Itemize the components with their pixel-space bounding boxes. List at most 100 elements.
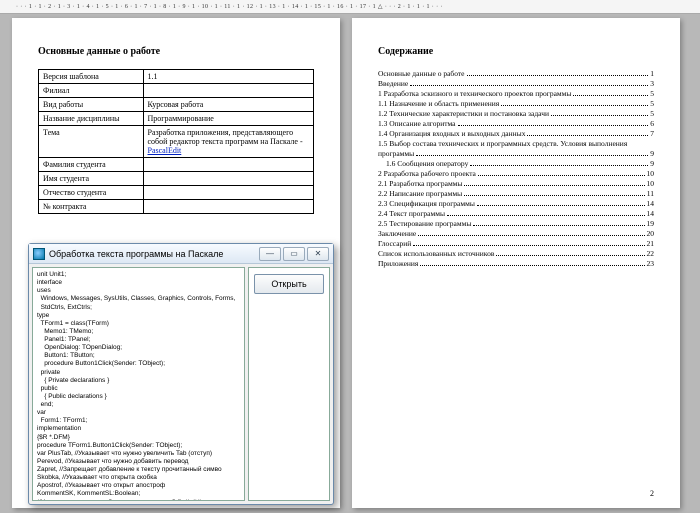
table-cell-key: № контракта bbox=[39, 200, 144, 214]
table-cell-key: Версия шаблона bbox=[39, 70, 144, 84]
app-window[interactable]: Обработка текста программы на Паскале — … bbox=[28, 243, 334, 505]
table-cell-key: Фамилия студента bbox=[39, 158, 144, 172]
toc-entry: 1.5 Выбор состава технических и программ… bbox=[378, 139, 654, 148]
toc-leader-dots bbox=[458, 120, 649, 126]
close-button[interactable]: ✕ bbox=[307, 247, 329, 261]
toc-title: 2.1 Разработка программы bbox=[378, 179, 462, 188]
page-title: Основные данные о работе bbox=[38, 46, 314, 57]
toc-entry: 1.2 Технические характеристики и постано… bbox=[378, 109, 654, 118]
toc-entry: 2.5 Тестирование программы 19 bbox=[378, 219, 654, 228]
toc-leader-dots bbox=[473, 220, 644, 226]
toc-title: 2.3 Спецификация программы bbox=[378, 199, 475, 208]
toc-title: 2.5 Тестирование программы bbox=[378, 219, 471, 228]
toc-page: 5 bbox=[650, 99, 654, 108]
window-title: Обработка текста программы на Паскале bbox=[49, 249, 259, 259]
toc-entry: 1 Разработка эскизного и технического пр… bbox=[378, 89, 654, 98]
toc-title: 2.4 Текст программы bbox=[378, 209, 445, 218]
toc-leader-dots bbox=[464, 180, 644, 186]
toc-leader-dots bbox=[447, 210, 644, 216]
toc-leader-dots bbox=[501, 100, 648, 106]
table-row: Версия шаблона1.1 bbox=[39, 70, 314, 84]
toc-title: 2.2 Написание программы bbox=[378, 189, 462, 198]
toc-entry: 2.3 Спецификация программы 14 bbox=[378, 199, 654, 208]
toc-page: 3 bbox=[650, 79, 654, 88]
table-cell-key: Название дисциплины bbox=[39, 112, 144, 126]
toc-page: 6 bbox=[650, 119, 654, 128]
toc-entry: 2.2 Написание программы 11 bbox=[378, 189, 654, 198]
toc-page: 9 bbox=[650, 159, 654, 168]
toc-entry: Приложения 23 bbox=[378, 259, 654, 268]
maximize-button[interactable]: ▭ bbox=[283, 247, 305, 261]
toc-leader-dots bbox=[551, 110, 648, 116]
toc-title: Основные данные о работе bbox=[378, 69, 465, 78]
toc-leader-dots bbox=[416, 150, 648, 156]
toc-title: Список использованных источников bbox=[378, 249, 494, 258]
table-row: Фамилия студента bbox=[39, 158, 314, 172]
minimize-button[interactable]: — bbox=[259, 247, 281, 261]
table-cell-value bbox=[143, 200, 314, 214]
toc-page: 21 bbox=[647, 239, 655, 248]
toc-page: 19 bbox=[647, 219, 655, 228]
horizontal-ruler: · · · 1 · 1 · 2 · 1 · 3 · 1 · 4 · 1 · 5 … bbox=[0, 0, 700, 14]
toc-page: 1 bbox=[650, 69, 654, 78]
toc-title: 1.6 Сообщения оператору bbox=[386, 159, 468, 168]
toc-title: Приложения bbox=[378, 259, 418, 268]
toc-page: 10 bbox=[647, 169, 655, 178]
table-row: Филиал bbox=[39, 84, 314, 98]
open-button[interactable]: Открыть bbox=[254, 274, 324, 294]
toc-entry: 2 Разработка рабочего проекта 10 bbox=[378, 169, 654, 178]
client-area: unit Unit1; interface uses Windows, Mess… bbox=[29, 264, 333, 504]
toc-page: 9 bbox=[650, 149, 654, 158]
document-page-2: Содержание Основные данные о работе1Введ… bbox=[352, 18, 680, 508]
toc-leader-dots bbox=[573, 90, 648, 96]
toc-title: Заключение bbox=[378, 229, 416, 238]
table-cell-value bbox=[143, 186, 314, 200]
table-cell-value bbox=[143, 84, 314, 98]
toc-title: 1.3 Описание алгоритма bbox=[378, 119, 456, 128]
toc-title: программы bbox=[378, 149, 414, 158]
toc-leader-dots bbox=[527, 130, 648, 136]
toc-leader-dots bbox=[467, 70, 649, 76]
toc-entry: Глоссарий21 bbox=[378, 239, 654, 248]
side-panel: Открыть bbox=[248, 267, 330, 501]
table-row: Отчество студента bbox=[39, 186, 314, 200]
toc-leader-dots bbox=[478, 170, 645, 176]
toc-page: 23 bbox=[647, 259, 655, 268]
table-row: № контракта bbox=[39, 200, 314, 214]
table-row: Вид работыКурсовая работа bbox=[39, 98, 314, 112]
page-title: Содержание bbox=[378, 46, 654, 57]
table-cell-value bbox=[143, 172, 314, 186]
toc-title: Введение bbox=[378, 79, 408, 88]
table-row: Название дисциплиныПрограммирование bbox=[39, 112, 314, 126]
toc-page: 7 bbox=[650, 129, 654, 138]
toc-title: 1.4 Организация входных и выходных данны… bbox=[378, 129, 525, 138]
toc-title: 2 Разработка рабочего проекта bbox=[378, 169, 476, 178]
toc-leader-dots bbox=[413, 240, 644, 246]
toc-page: 11 bbox=[647, 189, 654, 198]
table-cell-key: Отчество студента bbox=[39, 186, 144, 200]
toc-page: 14 bbox=[647, 209, 655, 218]
code-textarea[interactable]: unit Unit1; interface uses Windows, Mess… bbox=[32, 267, 245, 501]
table-cell-value: Программирование bbox=[143, 112, 314, 126]
toc-entry: 1.1 Назначение и область применения 5 bbox=[378, 99, 654, 108]
table-cell-value: Разработка приложения, представляющего с… bbox=[143, 126, 314, 158]
toc-entry: 2.4 Текст программы 14 bbox=[378, 209, 654, 218]
table-cell-key: Тема bbox=[39, 126, 144, 158]
toc-title: 1.2 Технические характеристики и постано… bbox=[378, 109, 549, 118]
toc-entry: Введение 3 bbox=[378, 79, 654, 88]
toc-leader-dots bbox=[464, 190, 645, 196]
app-icon bbox=[33, 248, 45, 260]
toc-title: 1.1 Назначение и область применения bbox=[378, 99, 499, 108]
toc-entry: Список использованных источников22 bbox=[378, 249, 654, 258]
titlebar[interactable]: Обработка текста программы на Паскале — … bbox=[29, 244, 333, 264]
toc-entry: Основные данные о работе 1 bbox=[378, 69, 654, 78]
table-cell-value bbox=[143, 158, 314, 172]
toc-page: 14 bbox=[647, 199, 655, 208]
table-of-contents: Основные данные о работе 1 Введение 31 Разр… bbox=[378, 69, 654, 268]
page-number: 2 bbox=[650, 489, 654, 498]
toc-leader-dots bbox=[418, 230, 644, 236]
table-cell-key: Филиал bbox=[39, 84, 144, 98]
metadata-table: Версия шаблона1.1ФилиалВид работыКурсова… bbox=[38, 69, 314, 214]
link[interactable]: PascalEdit bbox=[148, 146, 182, 155]
toc-entry: 1.6 Сообщения оператору 9 bbox=[386, 159, 654, 168]
